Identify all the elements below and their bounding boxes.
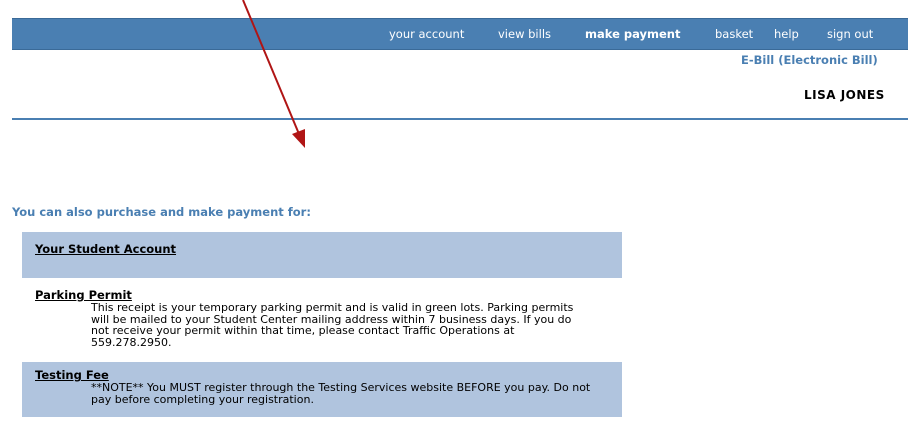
section-heading: You can also purchase and make payment f… bbox=[12, 205, 311, 219]
ebill-link[interactable]: E-Bill (Electronic Bill) bbox=[741, 53, 878, 67]
nav-view-bills[interactable]: view bills bbox=[498, 27, 551, 41]
list-item-student-account: Your Student Account bbox=[22, 232, 622, 278]
header-divider bbox=[12, 118, 908, 120]
user-name: LISA JONES bbox=[804, 88, 885, 102]
list-item-parking-permit: Parking Permit This receipt is your temp… bbox=[22, 278, 622, 360]
student-account-link[interactable]: Your Student Account bbox=[35, 242, 176, 256]
page-left-edge bbox=[0, 0, 2, 424]
parking-permit-description: This receipt is your temporary parking p… bbox=[91, 301, 574, 349]
parking-permit-link[interactable]: Parking Permit bbox=[35, 288, 132, 302]
nav-sign-out[interactable]: sign out bbox=[827, 27, 873, 41]
nav-your-account[interactable]: your account bbox=[389, 27, 464, 41]
top-nav-bar: your account view bills make payment bas… bbox=[12, 18, 908, 50]
nav-basket[interactable]: basket bbox=[715, 27, 753, 41]
list-item-testing-fee: Testing Fee **NOTE** You MUST register t… bbox=[22, 362, 622, 417]
nav-help[interactable]: help bbox=[774, 27, 799, 41]
testing-fee-link[interactable]: Testing Fee bbox=[35, 368, 109, 382]
testing-fee-description: **NOTE** You MUST register through the T… bbox=[91, 381, 591, 406]
nav-make-payment[interactable]: make payment bbox=[585, 27, 681, 41]
